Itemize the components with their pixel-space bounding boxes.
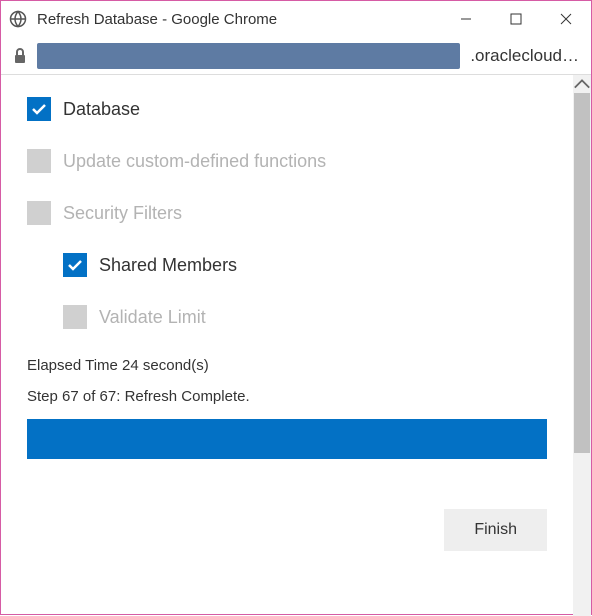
minimize-button[interactable]	[441, 1, 491, 37]
finish-button[interactable]: Finish	[444, 509, 547, 551]
elapsed-time-text: Elapsed Time 24 second(s)	[27, 357, 547, 374]
close-button[interactable]	[541, 1, 591, 37]
checkbox-row-security-filters: Security Filters	[27, 201, 547, 225]
url-text: .oraclecloud…	[470, 46, 579, 66]
window-titlebar: Refresh Database - Google Chrome	[1, 1, 591, 37]
checkbox-label: Security Filters	[63, 203, 182, 224]
checkbox-label: Database	[63, 99, 140, 120]
checkbox-database[interactable]	[27, 97, 51, 121]
checkbox-label: Validate Limit	[99, 307, 206, 328]
checkbox-validate-limit	[63, 305, 87, 329]
checkbox-row-validate-limit: Validate Limit	[27, 305, 547, 329]
address-bar: .oraclecloud…	[1, 37, 591, 75]
checkbox-label: Shared Members	[99, 255, 237, 276]
window-title: Refresh Database - Google Chrome	[37, 11, 441, 28]
checkbox-shared-members[interactable]	[63, 253, 87, 277]
checkbox-label: Update custom-defined functions	[63, 151, 326, 172]
url-input[interactable]	[37, 43, 460, 69]
vertical-scrollbar[interactable]	[573, 75, 591, 616]
checkbox-security-filters	[27, 201, 51, 225]
checkbox-row-update-functions: Update custom-defined functions	[27, 149, 547, 173]
scrollbar-thumb[interactable]	[574, 93, 590, 453]
dialog-body: Database Update custom-defined functions…	[1, 75, 573, 569]
checkbox-update-functions	[27, 149, 51, 173]
dialog-footer: Finish	[27, 509, 547, 551]
checkbox-row-database[interactable]: Database	[27, 97, 547, 121]
scroll-up-icon[interactable]	[573, 75, 591, 93]
lock-icon	[13, 48, 27, 64]
check-icon	[67, 257, 83, 273]
maximize-button[interactable]	[491, 1, 541, 37]
window-controls	[441, 1, 591, 37]
check-icon	[31, 101, 47, 117]
step-status-text: Step 67 of 67: Refresh Complete.	[27, 388, 547, 405]
progress-bar	[27, 419, 547, 459]
globe-icon	[9, 10, 27, 28]
checkbox-row-shared-members[interactable]: Shared Members	[27, 253, 547, 277]
